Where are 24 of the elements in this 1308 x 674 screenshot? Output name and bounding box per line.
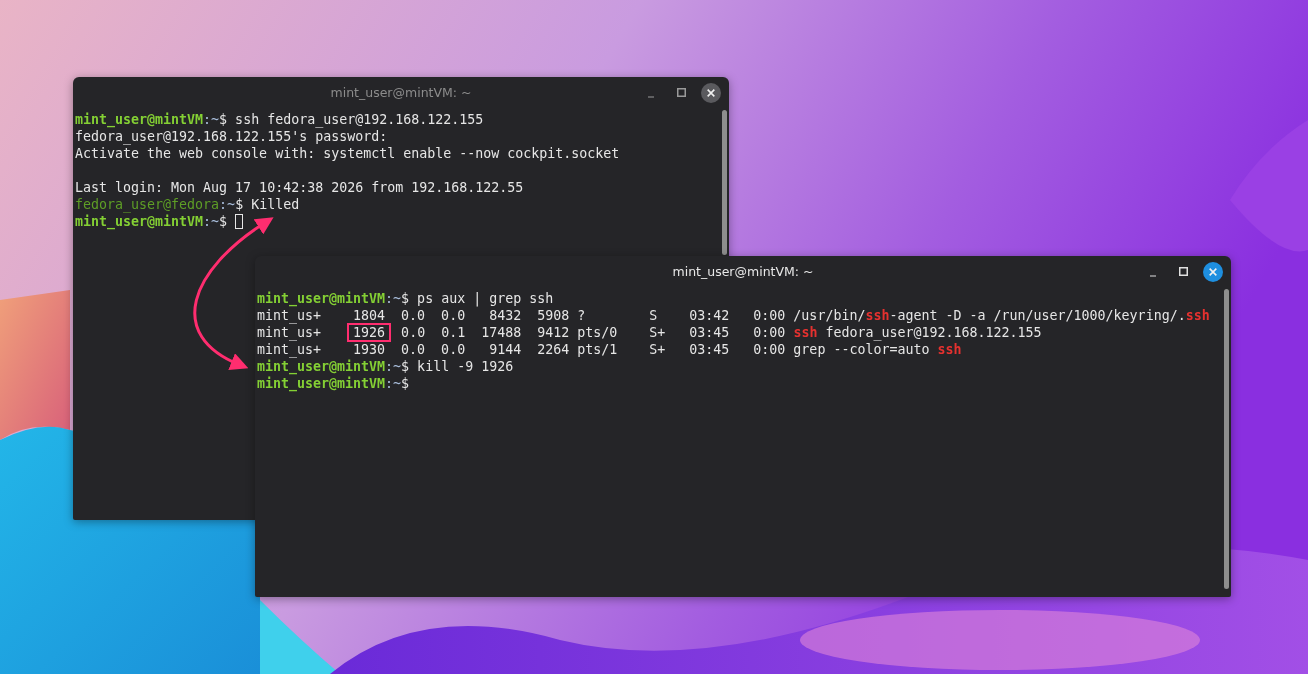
highlighted-pid: 1926: [347, 323, 392, 342]
terminal-line: 0.0 0.1 17488 9412 pts/0 S+ 03:45 0:00 ssh fedora_user@192.168.122.155: [400, 324, 1042, 341]
window-title: mint_user@mintVM: ~: [672, 264, 814, 279]
minimize-icon: [646, 95, 656, 98]
close-icon: [1209, 267, 1217, 276]
terminal-line: mint_us+ 1804 0.0 0.0 8432 5908 ? S 03:42 0:00 /usr/bin/ssh-agent -D -a /run/user/1000/keyring/.ssh: [257, 307, 1210, 324]
terminal-line: fedora_user@fedora:~$ Killed: [75, 196, 300, 213]
close-icon: [707, 88, 715, 97]
terminal-line: mint_user@mintVM:~$: [75, 213, 229, 230]
terminal-line: fedora_user@192.168.122.155's password:: [75, 128, 388, 145]
minimize-icon: [1148, 274, 1158, 277]
terminal-line: mint_user@mintVM:~$ ps aux | grep ssh: [257, 290, 554, 307]
window-title: mint_user@mintVM: ~: [330, 85, 472, 100]
maximize-icon: [1178, 267, 1188, 276]
close-button[interactable]: [1203, 261, 1223, 282]
terminal-line: Activate the web console with: systemctl enable --now cockpit.socket: [75, 145, 620, 162]
terminal-line: mint_us+: [257, 324, 323, 341]
terminal-line: mint_user@mintVM:~$ ssh fedora_user@192.168.122.155: [75, 111, 484, 128]
scrollbar-thumb[interactable]: [1223, 289, 1229, 589]
terminal-line: Last login: Mon Aug 17 10:42:38 2026 from 192.168.122.55: [75, 179, 524, 196]
terminal-line: mint_us+ 1930 0.0 0.0 9144 2264 pts/1 S+ 03:45 0:00 grep --color=auto ssh: [257, 341, 962, 358]
terminal-line: mint_user@mintVM:~$: [257, 375, 410, 392]
terminal-line: mint_user@mintVM:~$ kill -9 1926: [257, 358, 514, 375]
maximize-icon: [676, 88, 686, 97]
